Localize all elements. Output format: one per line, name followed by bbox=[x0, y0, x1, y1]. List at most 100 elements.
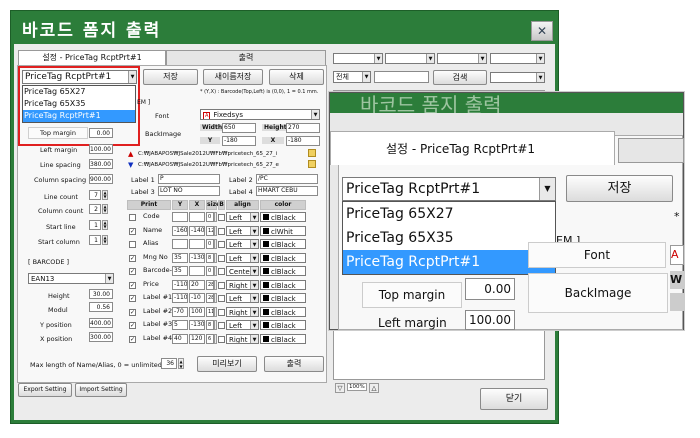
chevron-down-icon[interactable]: ▼ bbox=[250, 280, 258, 289]
start-column-spinner[interactable]: ▲ ▼ bbox=[102, 235, 108, 245]
chevron-down-icon[interactable]: ▼ bbox=[374, 54, 382, 63]
x-input[interactable]: 100 bbox=[189, 306, 205, 317]
color-select[interactable]: clBlack bbox=[260, 252, 306, 263]
size-input[interactable]: 12 bbox=[206, 225, 214, 236]
size-spinner[interactable] bbox=[214, 306, 217, 317]
print-button[interactable]: 출력 bbox=[264, 356, 324, 372]
chevron-down-icon[interactable]: ▼ bbox=[539, 178, 555, 200]
size-input[interactable]: 0 bbox=[206, 266, 214, 276]
align-select[interactable]: Right ▼ bbox=[226, 306, 259, 317]
align-select[interactable]: Left ▼ bbox=[226, 252, 259, 263]
chevron-down-icon[interactable]: ▼ bbox=[250, 226, 258, 235]
y-input[interactable] bbox=[172, 212, 188, 222]
x-input[interactable]: -130 bbox=[189, 252, 205, 263]
label3-input[interactable]: LOT NO bbox=[158, 186, 220, 196]
bold-checkbox[interactable] bbox=[218, 335, 225, 343]
chevron-down-icon[interactable]: ▼ bbox=[478, 54, 486, 63]
zoom-top-margin-input[interactable]: 0.00 bbox=[465, 278, 515, 300]
bold-checkbox[interactable] bbox=[218, 308, 225, 316]
y-input[interactable]: -110 bbox=[172, 279, 188, 290]
column-count-spinner[interactable]: ▲ ▼ bbox=[102, 204, 108, 214]
y-input[interactable]: 35 bbox=[172, 266, 188, 276]
chevron-down-icon[interactable]: ▼ bbox=[105, 274, 113, 283]
x-input[interactable]: -180 bbox=[286, 136, 320, 146]
folder-icon[interactable] bbox=[308, 149, 316, 157]
format-option[interactable]: PriceTag 65X27 bbox=[343, 202, 555, 226]
color-select[interactable]: clBlack bbox=[260, 279, 306, 290]
bold-checkbox[interactable] bbox=[218, 214, 225, 221]
size-spinner[interactable] bbox=[214, 320, 217, 330]
color-select[interactable]: clWhit bbox=[260, 225, 306, 236]
y-input[interactable]: 35 bbox=[172, 252, 188, 263]
size-spinner[interactable] bbox=[214, 239, 217, 249]
align-select[interactable]: Left ▼ bbox=[226, 320, 259, 330]
y-input[interactable]: -110 bbox=[172, 293, 188, 303]
barcode-modul-input[interactable]: 0.56 bbox=[89, 302, 113, 312]
align-select[interactable]: Right ▼ bbox=[226, 333, 259, 344]
print-checkbox[interactable]: ✓ bbox=[129, 322, 136, 329]
bold-checkbox[interactable] bbox=[218, 281, 225, 289]
print-checkbox[interactable]: ✓ bbox=[129, 308, 136, 316]
print-checkbox[interactable]: ✓ bbox=[129, 335, 136, 343]
print-checkbox[interactable]: ✓ bbox=[129, 254, 136, 262]
start-column-input[interactable]: 1 bbox=[89, 235, 101, 245]
size-input[interactable]: 28 bbox=[206, 293, 214, 303]
filter-select-4[interactable]: ▼ bbox=[490, 53, 545, 64]
move-down-icon[interactable]: ▼ bbox=[128, 161, 133, 169]
height-input[interactable]: 270 bbox=[286, 123, 320, 133]
align-select[interactable]: Left ▼ bbox=[226, 225, 259, 236]
label1-input[interactable]: P bbox=[158, 174, 220, 184]
left-margin-input[interactable]: 100.00 bbox=[89, 144, 113, 154]
size-input[interactable]: 11 bbox=[206, 306, 214, 317]
start-line-spinner[interactable]: ▲ ▼ bbox=[102, 220, 108, 230]
chevron-down-icon[interactable]: ▼ bbox=[250, 321, 258, 329]
color-select[interactable]: clBlack bbox=[260, 293, 306, 303]
size-input[interactable]: 0 bbox=[206, 212, 214, 222]
column-count-input[interactable]: 2 bbox=[89, 204, 101, 214]
import-setting-button[interactable]: Import Setting bbox=[75, 383, 127, 397]
delete-button[interactable]: 삭제 bbox=[269, 69, 324, 85]
top-margin-input[interactable]: 0.00 bbox=[89, 128, 113, 138]
folder-icon[interactable] bbox=[308, 160, 316, 168]
x-input[interactable]: -10 bbox=[189, 293, 205, 303]
color-select[interactable]: clBlack bbox=[260, 212, 306, 222]
color-select[interactable]: clBlack bbox=[260, 266, 306, 276]
align-select[interactable]: Center ▼ bbox=[226, 266, 259, 276]
size-input[interactable]: 6 bbox=[206, 333, 214, 344]
color-select[interactable]: clBlack bbox=[260, 306, 306, 317]
size-spinner[interactable] bbox=[214, 333, 217, 344]
filter-select-3[interactable]: ▼ bbox=[437, 53, 487, 64]
print-checkbox[interactable]: ✓ bbox=[129, 268, 136, 275]
bold-checkbox[interactable] bbox=[218, 254, 225, 262]
search-button[interactable]: 검색 bbox=[433, 70, 487, 85]
chevron-down-icon[interactable]: ▼ bbox=[536, 54, 544, 63]
filter-select-5[interactable]: ▼ bbox=[490, 72, 545, 83]
save-button[interactable]: 저장 bbox=[143, 69, 198, 85]
size-spinner[interactable] bbox=[214, 212, 217, 222]
align-select[interactable]: Left ▼ bbox=[226, 212, 259, 222]
zoom-format-select[interactable]: PriceTag RcptPrt#1 ▼ bbox=[342, 177, 556, 201]
size-spinner[interactable] bbox=[214, 266, 217, 276]
x-input[interactable]: 120 bbox=[189, 333, 205, 344]
print-checkbox[interactable] bbox=[129, 241, 136, 248]
zoom-tab[interactable]: 설정 - PriceTag RcptPrt#1 bbox=[330, 131, 615, 165]
y-input[interactable]: -180 bbox=[222, 136, 256, 146]
maxlen-spinner[interactable]: ▲ ▼ bbox=[178, 358, 184, 369]
zoom-down-icon[interactable]: ▽ bbox=[335, 383, 345, 393]
bold-checkbox[interactable] bbox=[218, 268, 225, 275]
bold-checkbox[interactable] bbox=[218, 322, 225, 329]
size-spinner[interactable] bbox=[214, 293, 217, 303]
size-input[interactable]: 28 bbox=[206, 279, 214, 290]
y-input[interactable]: 40 bbox=[172, 333, 188, 344]
size-input[interactable]: 8 bbox=[206, 252, 214, 263]
x-input[interactable]: 20 bbox=[189, 279, 205, 290]
chevron-down-icon[interactable]: ▼ bbox=[250, 294, 258, 302]
zoom-save-button[interactable]: 저장 bbox=[566, 175, 673, 202]
chevron-down-icon[interactable]: ▼ bbox=[362, 72, 370, 82]
y-input[interactable]: -160 bbox=[172, 225, 188, 236]
chevron-down-icon[interactable]: ▼ bbox=[536, 73, 544, 82]
chevron-down-icon[interactable]: ▼ bbox=[250, 334, 258, 343]
close-button[interactable]: 닫기 bbox=[480, 388, 548, 410]
chevron-down-icon[interactable]: ▼ bbox=[311, 110, 319, 119]
y-input[interactable]: 5 bbox=[172, 320, 188, 330]
